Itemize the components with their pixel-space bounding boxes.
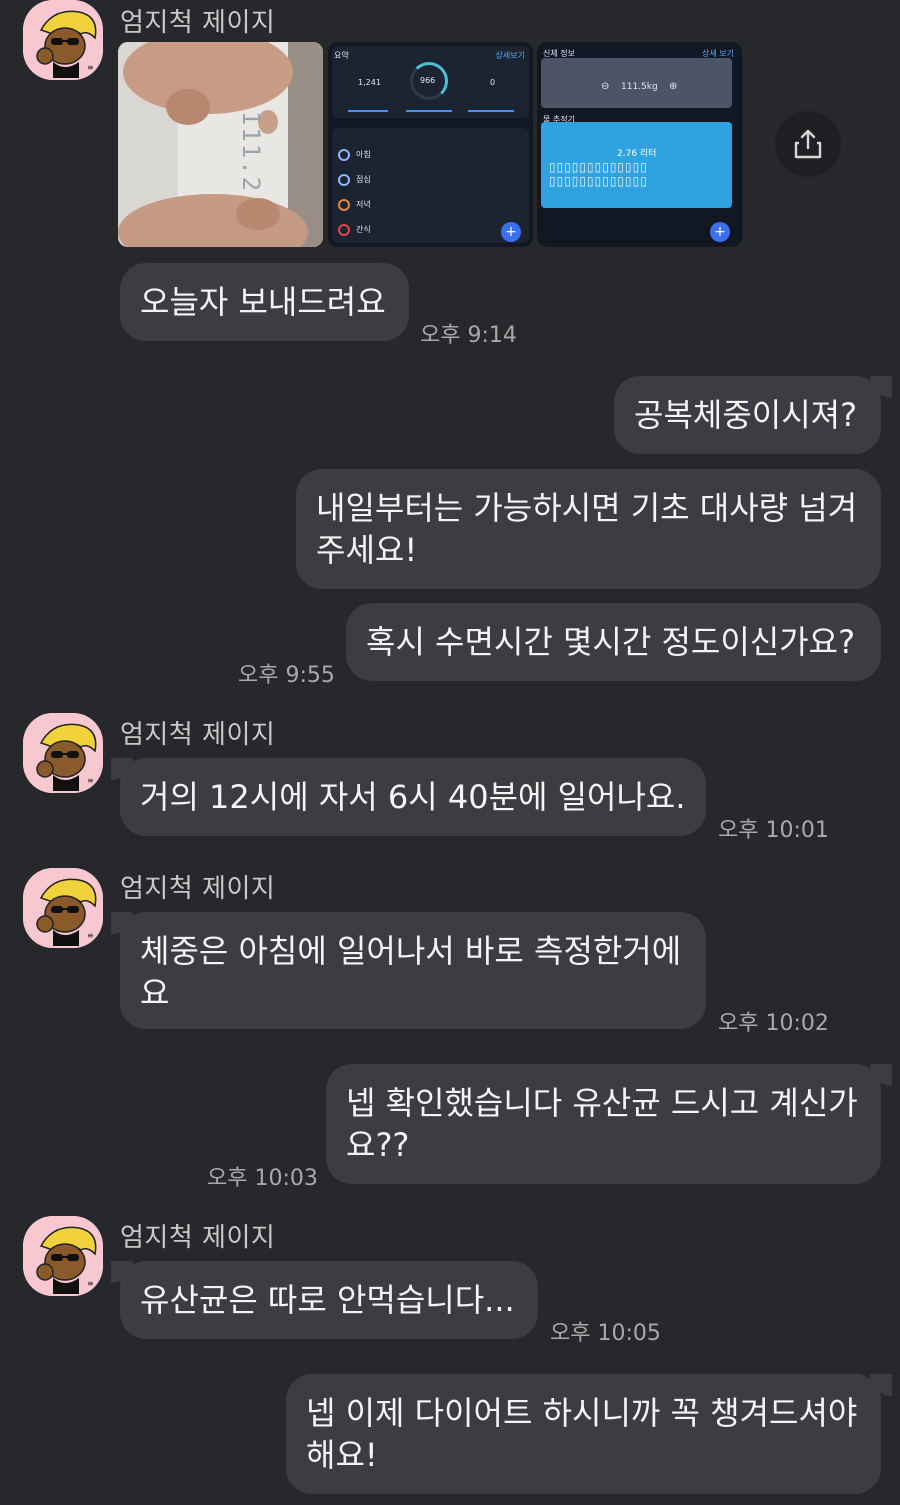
sender-name: 엄지척 제이지 [120, 720, 276, 750]
scale-display: 111.2 [237, 110, 266, 194]
message-bubble-sent[interactable]: 넵 이제 다이어트 하시니까 꼭 챙겨드셔야 해요! [286, 1374, 881, 1494]
svg-text:≡: ≡ [87, 63, 94, 72]
share-icon [794, 129, 822, 159]
svg-text:≡: ≡ [87, 1279, 94, 1288]
avatar[interactable]: ≡ [23, 868, 103, 948]
message-bubble-received[interactable]: 오늘자 보내드려요 [120, 263, 409, 341]
message-time: 오후 9:55 [238, 663, 335, 688]
avatar[interactable]: ≡ [23, 0, 103, 80]
message-text: 혹시 수면시간 몇시간 정도이신가요? [366, 623, 856, 661]
meal-item: 점심 [356, 175, 371, 184]
app2-weight: 111.5kg [621, 82, 658, 92]
message-time: 오후 10:01 [718, 818, 829, 843]
meal-item: 간식 [356, 225, 371, 234]
share-button[interactable] [775, 111, 841, 177]
photo-scale[interactable]: 111.2 [118, 42, 323, 247]
app1-header-left: 요약 [334, 51, 349, 60]
message-text: 유산균은 따로 안먹습니다... [140, 1281, 515, 1319]
app1-burned: 0 [490, 78, 496, 87]
message-bubble-sent[interactable]: 혹시 수면시간 몇시간 정도이신가요? [346, 603, 881, 681]
meal-list: 아침 점심 저녁 간식 [338, 142, 371, 242]
water-cups: ▯▯▯▯▯▯▯▯▯▯▯▯▯ ▯▯▯▯▯▯▯▯▯▯▯▯▯ [549, 160, 648, 188]
message-bubble-received[interactable]: 체중은 아침에 일어나서 바로 측정한거에요 [120, 912, 706, 1029]
message-bubble-received[interactable]: 거의 12시에 자서 6시 40분에 일어나요. [120, 758, 706, 836]
message-bubble-sent[interactable]: 넵 확인했습니다 유산균 드시고 계신가요?? [326, 1064, 881, 1184]
add-plus-icon: + [501, 222, 521, 242]
avatar-character-icon: ≡ [23, 0, 103, 80]
message-bubble-received[interactable]: 유산균은 따로 안먹습니다... [120, 1261, 538, 1339]
svg-text:≡: ≡ [87, 776, 94, 785]
app2-water-amount: 2.76 리터 [617, 149, 657, 159]
avatar-character-icon: ≡ [23, 1216, 103, 1296]
message-text: 공복체중이시져? [634, 396, 858, 434]
message-text: 넵 확인했습니다 유산균 드시고 계신가요?? [346, 1084, 858, 1164]
avatar[interactable]: ≡ [23, 1216, 103, 1296]
message-bubble-sent[interactable]: 공복체중이시져? [614, 376, 881, 454]
app1-remaining: 966 [420, 76, 436, 85]
message-time: 오후 9:14 [420, 323, 517, 348]
message-text: 오늘자 보내드려요 [140, 283, 386, 321]
message-time: 오후 10:02 [718, 1011, 829, 1036]
sender-name: 엄지척 제이지 [120, 874, 276, 904]
meal-item: 아침 [356, 150, 371, 159]
svg-text:≡: ≡ [87, 931, 94, 940]
message-bubble-sent[interactable]: 내일부터는 가능하시면 기초 대사량 넘겨 주세요! [296, 469, 881, 589]
avatar[interactable]: ≡ [23, 713, 103, 793]
meal-item: 저녁 [356, 200, 371, 209]
avatar-character-icon: ≡ [23, 868, 103, 948]
app1-eaten: 1,241 [358, 78, 381, 87]
photo-app-summary[interactable]: 요약 상세보기 1,241 966 0 아침 점심 저녁 간식 + [328, 42, 533, 247]
avatar-character-icon: ≡ [23, 713, 103, 793]
message-text: 넵 이제 다이어트 하시니까 꼭 챙겨드셔야 해요! [306, 1394, 858, 1474]
sender-name: 엄지척 제이지 [120, 1223, 276, 1253]
app1-header-right: 상세보기 [495, 51, 525, 60]
sender-name: 엄지척 제이지 [120, 8, 276, 38]
message-text: 거의 12시에 자서 6시 40분에 일어나요. [140, 778, 686, 816]
message-time: 오후 10:03 [207, 1166, 318, 1191]
message-time: 오후 10:05 [550, 1321, 661, 1346]
message-text: 체중은 아침에 일어나서 바로 측정한거에요 [140, 932, 682, 1012]
scale-photo-image [118, 42, 323, 247]
add-plus-icon: + [710, 222, 730, 242]
message-text: 내일부터는 가능하시면 기초 대사량 넘겨 주세요! [316, 489, 858, 569]
photo-app-body[interactable]: 신체 정보 상세 보기 111.5kg ⊖ ⊕ 물 추적기 2.76 리터 ▯▯… [537, 42, 742, 247]
